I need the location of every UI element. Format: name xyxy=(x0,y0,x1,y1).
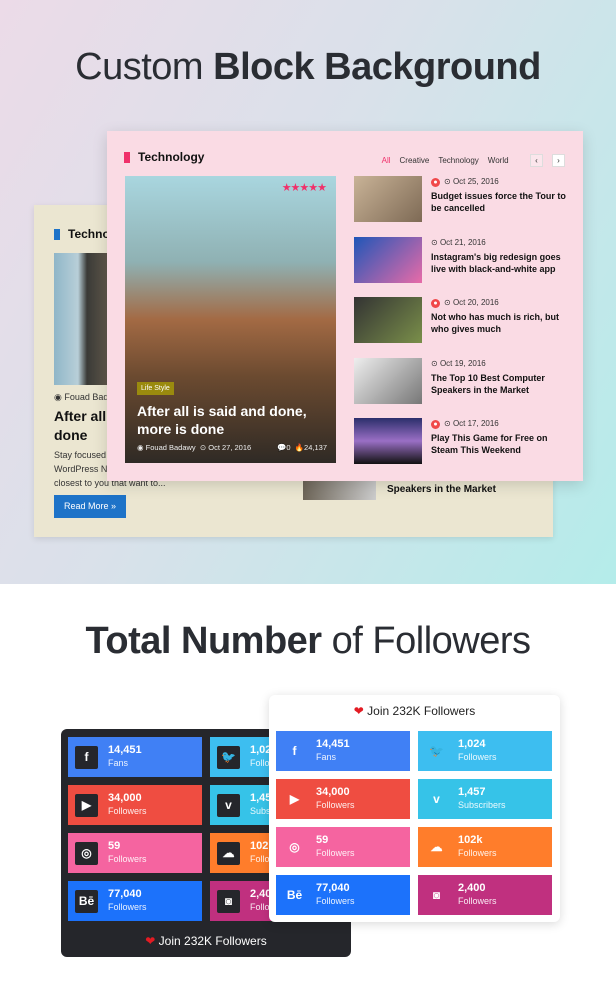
join-followers: ❤ Join 232K Followers xyxy=(145,934,267,948)
read-more-button[interactable]: Read More » xyxy=(54,495,126,518)
section-title: Custom Block Background xyxy=(75,46,541,88)
behance-icon: Bē xyxy=(286,888,303,902)
post-title[interactable]: Not who has much is rich, but who gives … xyxy=(431,311,571,335)
post-title[interactable]: After all i done xyxy=(54,407,114,445)
dribbble-icon: ◎ xyxy=(289,840,300,854)
custom-background-section: Custom Block Background Techno ◉ Fouad B… xyxy=(0,0,616,584)
join-followers: ❤ Join 232K Followers xyxy=(353,704,476,718)
clock-icon: ⊙ xyxy=(431,358,438,368)
clock-icon: ⊙ xyxy=(444,177,451,186)
block-heading: Techno xyxy=(54,227,110,241)
front-news-block: Technology All Creative Technology World ‹ ›… xyxy=(107,131,583,481)
vimeo-icon: v xyxy=(433,792,440,806)
social-tile[interactable]: f 14,451 Fans xyxy=(276,731,410,771)
clock-icon: ⊙ xyxy=(444,419,451,428)
block-heading: Technology xyxy=(124,150,204,164)
social-tile[interactable]: ◙ 2,400 Followers xyxy=(418,875,552,915)
post-thumbnail[interactable] xyxy=(354,418,422,464)
followers-title: Total Number of Followers xyxy=(85,620,531,662)
category-badge[interactable]: Life Style xyxy=(137,382,174,395)
instagram-icon: ◙ xyxy=(217,890,240,913)
twitter-icon: 🐦 xyxy=(217,746,240,769)
post-date: ● ⊙ Oct 17, 2016 xyxy=(431,419,499,429)
social-tile[interactable]: ◎ 59 Followers xyxy=(276,827,410,867)
post-image[interactable] xyxy=(54,253,114,385)
post-title[interactable]: The Top 10 Best Computer Speakers in the… xyxy=(431,372,571,396)
post-title[interactable]: Speakers in the Market xyxy=(387,482,496,497)
post-date: ⊙ Oct 21, 2016 xyxy=(431,237,486,247)
social-tile[interactable]: 🐦 1,024 Followers xyxy=(418,731,552,771)
user-icon: ◉ xyxy=(137,443,144,452)
social-tile[interactable]: ◎ 59 Followers xyxy=(68,833,202,873)
followers-widget-light: ❤ Join 232K Followers f 14,451 Fans 🐦 1,… xyxy=(269,695,560,922)
post-date: ⊙ Oct 19, 2016 xyxy=(431,358,486,368)
clock-icon: ⊙ xyxy=(444,298,451,307)
instagram-icon: ◙ xyxy=(432,888,441,902)
featured-meta: ◉ Fouad Badawy ⊙ Oct 27, 2016 💬0 🔥24,137 xyxy=(137,443,327,452)
tab-creative[interactable]: Creative xyxy=(400,156,430,165)
hot-icon: ● xyxy=(431,178,440,187)
post-title[interactable]: Play This Game for Free on Steam This We… xyxy=(431,432,571,456)
rating-stars: ★★★★★ xyxy=(281,182,327,194)
post-thumbnail[interactable] xyxy=(354,236,422,283)
prev-button[interactable]: ‹ xyxy=(530,154,543,167)
social-tile[interactable]: Bē 77,040 Followers xyxy=(276,875,410,915)
featured-title[interactable]: After all is said and done, more is done xyxy=(137,402,327,438)
post-date: ● ⊙ Oct 25, 2016 xyxy=(431,177,499,187)
social-tile[interactable]: ☁ 102k Followers xyxy=(418,827,552,867)
behance-icon: Bē xyxy=(75,890,98,913)
post-thumbnail[interactable] xyxy=(354,357,422,404)
clock-icon: ⊙ xyxy=(431,237,438,247)
social-tile[interactable]: ▶ 34,000 Followers xyxy=(68,785,202,825)
facebook-icon: f xyxy=(292,744,297,758)
post-date: ● ⊙ Oct 20, 2016 xyxy=(431,298,499,308)
fire-icon: 🔥 xyxy=(294,443,305,452)
youtube-icon: ▶ xyxy=(289,792,300,806)
heart-icon: ❤ xyxy=(145,934,156,948)
hot-icon: ● xyxy=(431,420,440,429)
social-tile[interactable]: f 14,451 Fans xyxy=(68,737,202,777)
post-title[interactable]: Instagram's big redesign goes live with … xyxy=(431,251,571,275)
social-tile[interactable]: Bē 77,040 Followers xyxy=(68,881,202,921)
comment-icon: 💬 xyxy=(277,443,287,452)
social-tile[interactable]: ▶ 34,000 Followers xyxy=(276,779,410,819)
post-thumbnail[interactable] xyxy=(354,176,422,222)
next-button[interactable]: › xyxy=(552,154,565,167)
filter-tabs: All Creative Technology World ‹ › xyxy=(373,150,565,168)
heart-icon: ❤ xyxy=(353,704,364,718)
social-tile[interactable]: v 1,457 Subscribers xyxy=(418,779,552,819)
youtube-icon: ▶ xyxy=(75,794,98,817)
vimeo-icon: v xyxy=(217,794,240,817)
tab-world[interactable]: World xyxy=(488,156,509,165)
hot-icon: ● xyxy=(431,299,440,308)
post-author: ◉ Fouad Bada xyxy=(54,392,114,402)
post-thumbnail[interactable] xyxy=(354,297,422,343)
soundcloud-icon: ☁ xyxy=(217,842,240,865)
featured-post[interactable]: ★★★★★ Life Style After all is said and d… xyxy=(125,176,336,463)
twitter-icon: 🐦 xyxy=(429,744,444,758)
facebook-icon: f xyxy=(75,746,98,769)
clock-icon: ⊙ xyxy=(199,443,207,452)
tab-all[interactable]: All xyxy=(382,156,391,165)
tab-technology[interactable]: Technology xyxy=(438,156,478,165)
post-title[interactable]: Budget issues force the Tour to be cance… xyxy=(431,190,571,214)
post-thumbnail[interactable] xyxy=(303,480,376,500)
dribbble-icon: ◎ xyxy=(75,842,98,865)
soundcloud-icon: ☁ xyxy=(430,840,443,854)
